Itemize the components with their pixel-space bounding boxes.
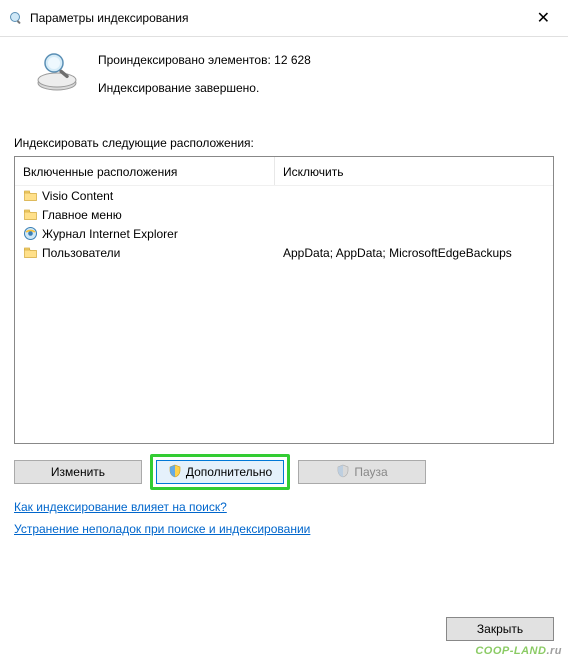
advanced-label: Дополнительно — [186, 465, 272, 479]
shield-icon — [168, 464, 182, 481]
window-title: Параметры индексирования — [30, 11, 188, 25]
magnifier-drive-icon — [34, 51, 80, 96]
advanced-highlight: Дополнительно — [150, 454, 290, 490]
modify-button[interactable]: Изменить — [14, 460, 142, 484]
location-name: Журнал Internet Explorer — [42, 227, 178, 241]
location-name: Главное меню — [42, 208, 122, 222]
table-row[interactable]: Visio Content — [15, 186, 553, 205]
included-cell: Visio Content — [15, 186, 275, 205]
link-troubleshoot[interactable]: Устранение неполадок при поиске и индекс… — [14, 522, 310, 536]
included-cell: Пользователи — [15, 243, 275, 262]
status-area: Проиндексировано элементов: 12 628 Индек… — [0, 37, 568, 106]
pause-button: Пауза — [298, 460, 426, 484]
indexing-complete: Индексирование завершено. — [98, 81, 311, 95]
folder-icon — [23, 245, 38, 260]
locations-rows: Visio Content Главное меню Журнал Internet… — [15, 186, 553, 443]
status-text: Проиндексировано элементов: 12 628 Индек… — [98, 51, 311, 95]
exclude-cell — [275, 186, 553, 205]
locations-label: Индексировать следующие расположения: — [0, 106, 568, 156]
included-cell: Главное меню — [15, 205, 275, 224]
folder-icon — [23, 207, 38, 222]
ie-icon — [23, 226, 38, 241]
locations-header: Включенные расположения Исключить — [15, 157, 553, 186]
close-button[interactable]: Закрыть — [446, 617, 554, 641]
titlebar: Параметры индексирования ✕ — [0, 0, 568, 37]
link-how-indexing-affects[interactable]: Как индексирование влияет на поиск? — [14, 500, 227, 514]
locations-table: Включенные расположения Исключить Visio … — [14, 156, 554, 444]
titlebar-left: Параметры индексирования — [8, 10, 188, 26]
indexed-label: Проиндексировано элементов: — [98, 53, 271, 67]
col-included[interactable]: Включенные расположения — [15, 157, 275, 185]
footer: Закрыть — [446, 617, 554, 641]
advanced-button[interactable]: Дополнительно — [156, 460, 284, 484]
pause-label: Пауза — [354, 465, 387, 479]
table-row[interactable]: Главное меню — [15, 205, 553, 224]
shield-icon — [336, 464, 350, 481]
table-row[interactable]: Журнал Internet Explorer — [15, 224, 553, 243]
table-row[interactable]: Пользователи AppData; AppData; MicrosoftE… — [15, 243, 553, 262]
exclude-cell: AppData; AppData; MicrosoftEdgeBackups — [275, 243, 553, 262]
links-block: Как индексирование влияет на поиск? Устр… — [14, 500, 554, 544]
indexed-count-line: Проиндексировано элементов: 12 628 — [98, 53, 311, 67]
included-cell: Журнал Internet Explorer — [15, 224, 275, 243]
close-icon[interactable]: ✕ — [529, 6, 558, 30]
index-window-icon — [8, 10, 24, 26]
location-name: Visio Content — [42, 189, 113, 203]
exclude-cell — [275, 205, 553, 224]
exclude-cell — [275, 224, 553, 243]
button-row: Изменить Дополнительно Пауза — [14, 454, 554, 490]
modify-label: Изменить — [51, 465, 105, 479]
watermark: COOP-LAND.ru — [475, 645, 562, 657]
col-excluded[interactable]: Исключить — [275, 157, 553, 185]
folder-icon — [23, 188, 38, 203]
location-name: Пользователи — [42, 246, 120, 260]
indexed-count: 12 628 — [274, 53, 311, 67]
